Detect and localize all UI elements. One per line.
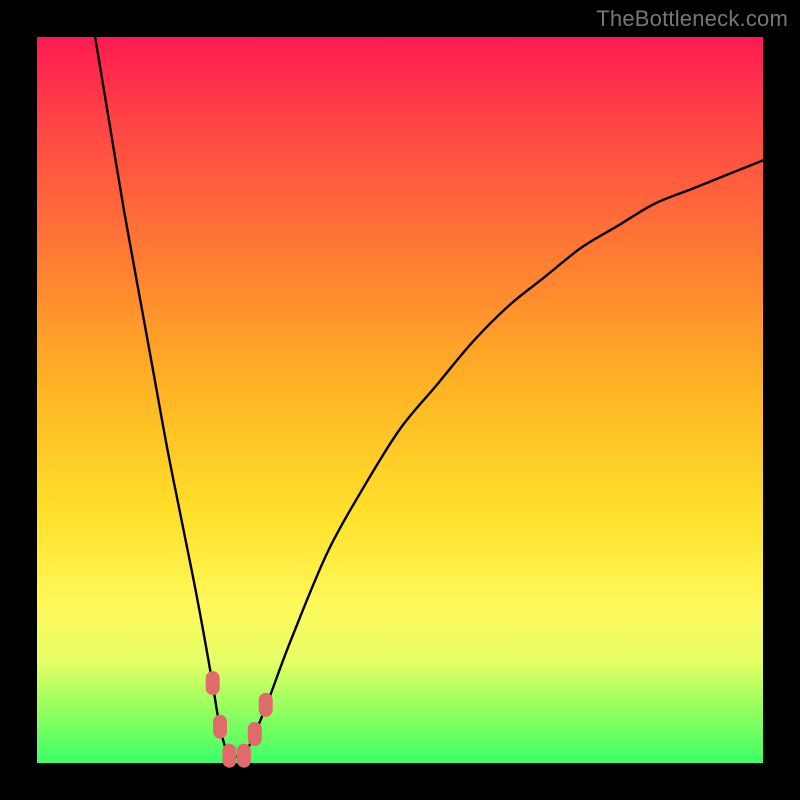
marker-right-2: [259, 693, 273, 717]
marker-left-2: [213, 715, 227, 739]
marker-left-1: [206, 671, 220, 695]
marker-group: [206, 671, 273, 768]
marker-bottom-2: [237, 744, 251, 768]
plot-area: [37, 37, 763, 763]
chart-frame: TheBottleneck.com: [0, 0, 800, 800]
marker-bottom-1: [222, 744, 236, 768]
marker-right-1: [248, 722, 262, 746]
bottleneck-curve: [95, 37, 763, 757]
watermark-text: TheBottleneck.com: [596, 6, 788, 32]
bottleneck-curve-svg: [37, 37, 763, 763]
